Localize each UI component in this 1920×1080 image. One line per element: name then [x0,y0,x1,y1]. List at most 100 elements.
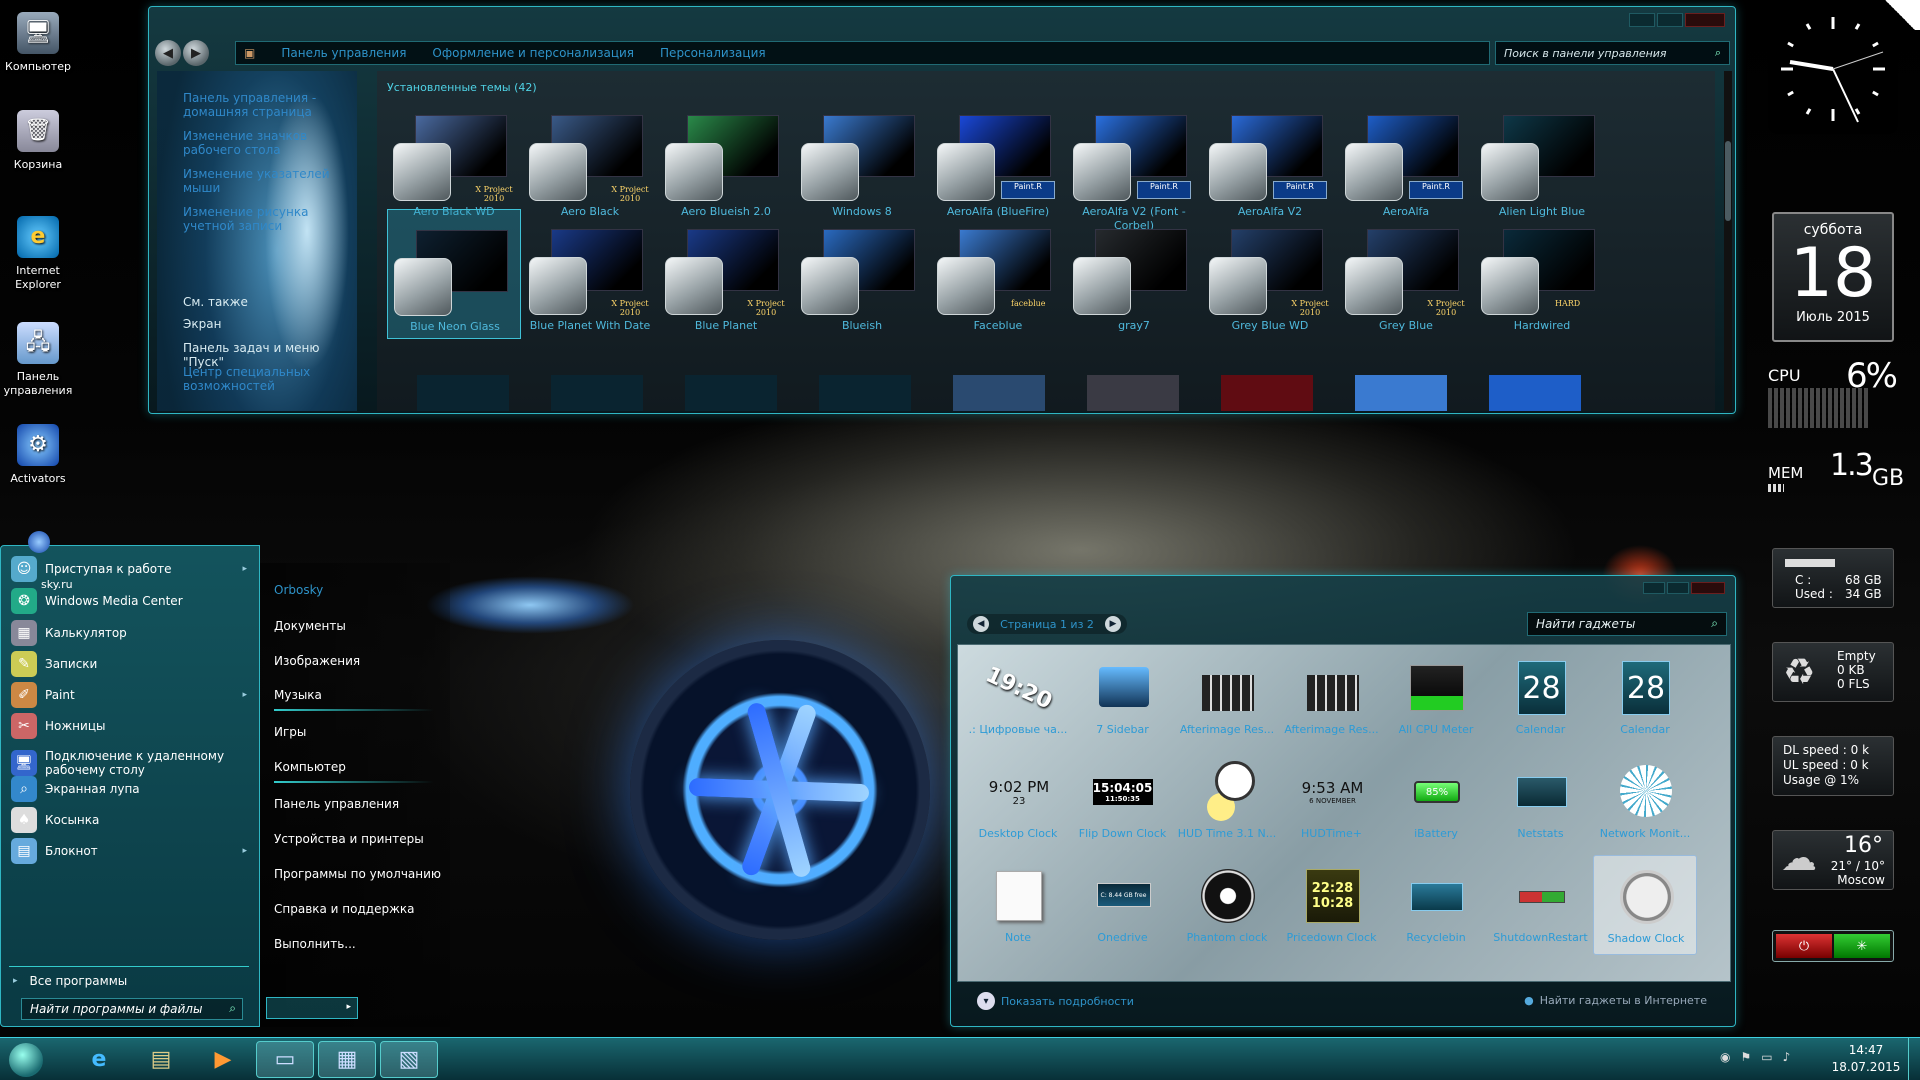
theme-item[interactable]: Paint.R AeroAlfa V2 (Font - Corbel) [1067,95,1201,232]
gadget-item[interactable]: 28 Calendar [1489,647,1593,747]
taskbar-ie-button[interactable]: e [70,1041,128,1078]
start-menu-item[interactable]: ✎ Записки [11,649,251,679]
page-prev-button[interactable]: ◀ [973,616,989,632]
start-menu-place[interactable]: Игры [274,725,306,739]
desktop-icon-recycle-bin[interactable]: 🗑 Корзина [2,110,74,172]
start-menu-item[interactable]: ✐ Paint ▸ [11,680,251,710]
theme-item[interactable]: Alien Light Blue [1475,95,1609,225]
side-link-home[interactable]: Панель управления - домашняя страница [183,91,353,119]
theme-item[interactable]: X Project 2010 Blue Planet With Date [523,209,657,339]
tray-volume-icon[interactable]: ♪ [1783,1050,1791,1064]
taskbar-gadgets-button[interactable]: ▧ [380,1041,438,1078]
gadget-item[interactable]: HUD Time 3.1 N... [1175,751,1279,851]
theme-item[interactable]: gray7 [1067,209,1201,339]
see-also-display[interactable]: Экран [183,317,353,331]
theme-item[interactable]: Blue Neon Glass [387,209,521,339]
page-next-button[interactable]: ▶ [1105,616,1121,632]
theme-item[interactable]: Paint.R AeroAlfa [1339,95,1473,225]
start-menu-item[interactable]: ♠ Косынка [11,805,251,835]
address-bar[interactable]: ▣ Панель управления Оформление и персона… [235,41,1490,65]
theme-item[interactable]: X Project 2010 Grey Blue WD [1203,209,1337,339]
gadget-item[interactable]: ShutdownRestart [1489,855,1593,955]
tray-network-icon[interactable]: ◉ [1720,1050,1730,1064]
start-menu-item[interactable]: ▤ Блокнот ▸ [11,836,251,866]
taskbar-control-panel-button[interactable]: ▦ [318,1041,376,1078]
minimize-button[interactable] [1643,582,1665,594]
tray-clock[interactable]: 14:47 18.07.2015 [1826,1042,1906,1076]
maximize-button[interactable] [1667,582,1689,594]
taskbar-media-player-button[interactable]: ▶ [194,1041,252,1078]
gadget-item[interactable]: 7 Sidebar [1071,647,1175,747]
control-panel-search-input[interactable]: Поиск в панели управления ⌕ [1495,41,1730,65]
shutdown-button[interactable]: ⏻ [1776,934,1832,958]
desktop-icon-control-panel[interactable]: 🖧 Панель управления [2,322,74,398]
gadget-item[interactable]: 19:20 .: Цифровые ча... [966,647,1070,747]
gadget-item[interactable]: 9:53 AM 6 NOVEMBER HUDTime+ [1280,751,1384,851]
theme-item[interactable]: Windows 8 [795,95,929,225]
desktop-icon-activators[interactable]: ⚙ Activators [2,424,74,486]
find-gadgets-online-link[interactable]: ● Найти гаджеты в Интернете [1524,994,1707,1007]
weather-gadget[interactable]: ☁ 16° 21° / 10° Moscow [1772,830,1894,890]
close-button[interactable] [1685,13,1725,27]
gadget-item[interactable]: C: 8.44 GB free Onedrive [1071,855,1175,955]
start-menu-place[interactable]: Документы [274,619,346,633]
start-menu-place[interactable]: Музыка [274,688,322,702]
tray-display-icon[interactable]: ▭ [1761,1050,1772,1064]
scrollbar-thumb[interactable] [1725,141,1731,221]
show-desktop-button[interactable] [1908,1038,1920,1080]
show-details-button[interactable]: ▾ Показать подробности [977,992,1134,1010]
memory-gadget[interactable]: MEM 1.3 GB [1768,448,1904,494]
theme-item[interactable]: Paint.R AeroAlfa (BlueFire) [931,95,1065,225]
gadget-item[interactable]: Network Monit... [1593,751,1697,851]
side-link-desktop-icons[interactable]: Изменение значков рабочего стола [183,129,353,157]
side-link-mouse-pointers[interactable]: Изменение указателей мыши [183,167,353,195]
shutdown-menu-button[interactable]: ▸ [266,997,358,1019]
recycle-gadget[interactable]: ♻ Empty 0 KB 0 FLS [1772,642,1894,702]
gadget-item[interactable]: 15:04:05 11:50:35 Flip Down Clock [1071,751,1175,851]
start-menu-place[interactable]: Устройства и принтеры [274,832,424,846]
start-menu-place[interactable]: Справка и поддержка [274,902,415,916]
minimize-button[interactable] [1629,13,1655,27]
calendar-gadget[interactable]: суббота 18 Июль 2015 [1772,212,1894,342]
start-menu-item[interactable]: ▦ Калькулятор [11,618,251,648]
start-menu-place[interactable]: Orbosky [274,583,323,597]
start-menu-item[interactable]: ✂ Ножницы [11,711,251,741]
gadget-item[interactable]: 28 Calendar [1593,647,1697,747]
tray-flag-icon[interactable]: ⚑ [1740,1050,1751,1064]
theme-item[interactable]: X Project 2010 Grey Blue [1339,209,1473,339]
start-button[interactable] [0,1041,52,1078]
analog-clock-gadget[interactable] [1768,4,1898,134]
maximize-button[interactable] [1657,13,1683,27]
forward-button[interactable]: ▶ [183,40,209,66]
side-link-account-picture[interactable]: Изменение рисунка учетной записи [183,205,353,233]
start-menu-item[interactable]: ⌕ Экранная лупа [11,774,251,804]
drive-gadget[interactable]: C : 68 GB Used : 34 GB [1772,548,1894,608]
start-menu-place[interactable]: Компьютер [274,760,346,774]
start-menu-place[interactable]: Изображения [274,654,360,668]
gadget-item[interactable]: Phantom clock [1175,855,1279,955]
start-menu-place[interactable]: Выполнить... [274,937,356,951]
all-programs-button[interactable]: ▸ Все программы [13,974,127,988]
cpu-gadget[interactable]: CPU 6% [1768,356,1898,430]
taskbar-explorer-button[interactable]: ▤ [132,1041,190,1078]
start-menu-place[interactable]: Программы по умолчанию [274,867,441,881]
theme-item[interactable]: faceblue Faceblue [931,209,1065,339]
theme-item[interactable]: Aero Blueish 2.0 [659,95,793,225]
gadget-item[interactable]: 9:02 PM 23 Desktop Clock [966,751,1070,851]
desktop-icon-computer[interactable]: 🖥 Компьютер [2,12,74,74]
theme-item[interactable]: Paint.R AeroAlfa V2 [1203,95,1337,225]
breadcrumb-item[interactable]: Оформление и персонализация [432,46,634,60]
see-also-accessibility[interactable]: Центр специальных возможностей [183,365,353,393]
gadgets-search-input[interactable]: Найти гаджеты ⌕ [1527,612,1727,636]
breadcrumb-item[interactable]: Панель управления [281,46,406,60]
gadget-item[interactable]: Shadow Clock [1593,855,1697,955]
network-gadget[interactable]: DL speed : 0 k UL speed : 0 k Usage @ 1% [1772,736,1894,796]
taskbar-window-button[interactable]: ▭ [256,1041,314,1078]
gadget-item[interactable]: 85% iBattery [1384,751,1488,851]
gadget-item[interactable]: All CPU Meter [1384,647,1488,747]
gadget-item[interactable]: Afterimage Res... [1175,647,1279,747]
gadget-item[interactable]: 22:28 10:28 Pricedown Clock [1280,855,1384,955]
start-search-input[interactable]: Найти программы и файлы ⌕ [21,998,243,1020]
restart-button[interactable]: ✳ [1834,934,1890,958]
theme-item[interactable]: X Project 2010 Aero Black [523,95,657,225]
